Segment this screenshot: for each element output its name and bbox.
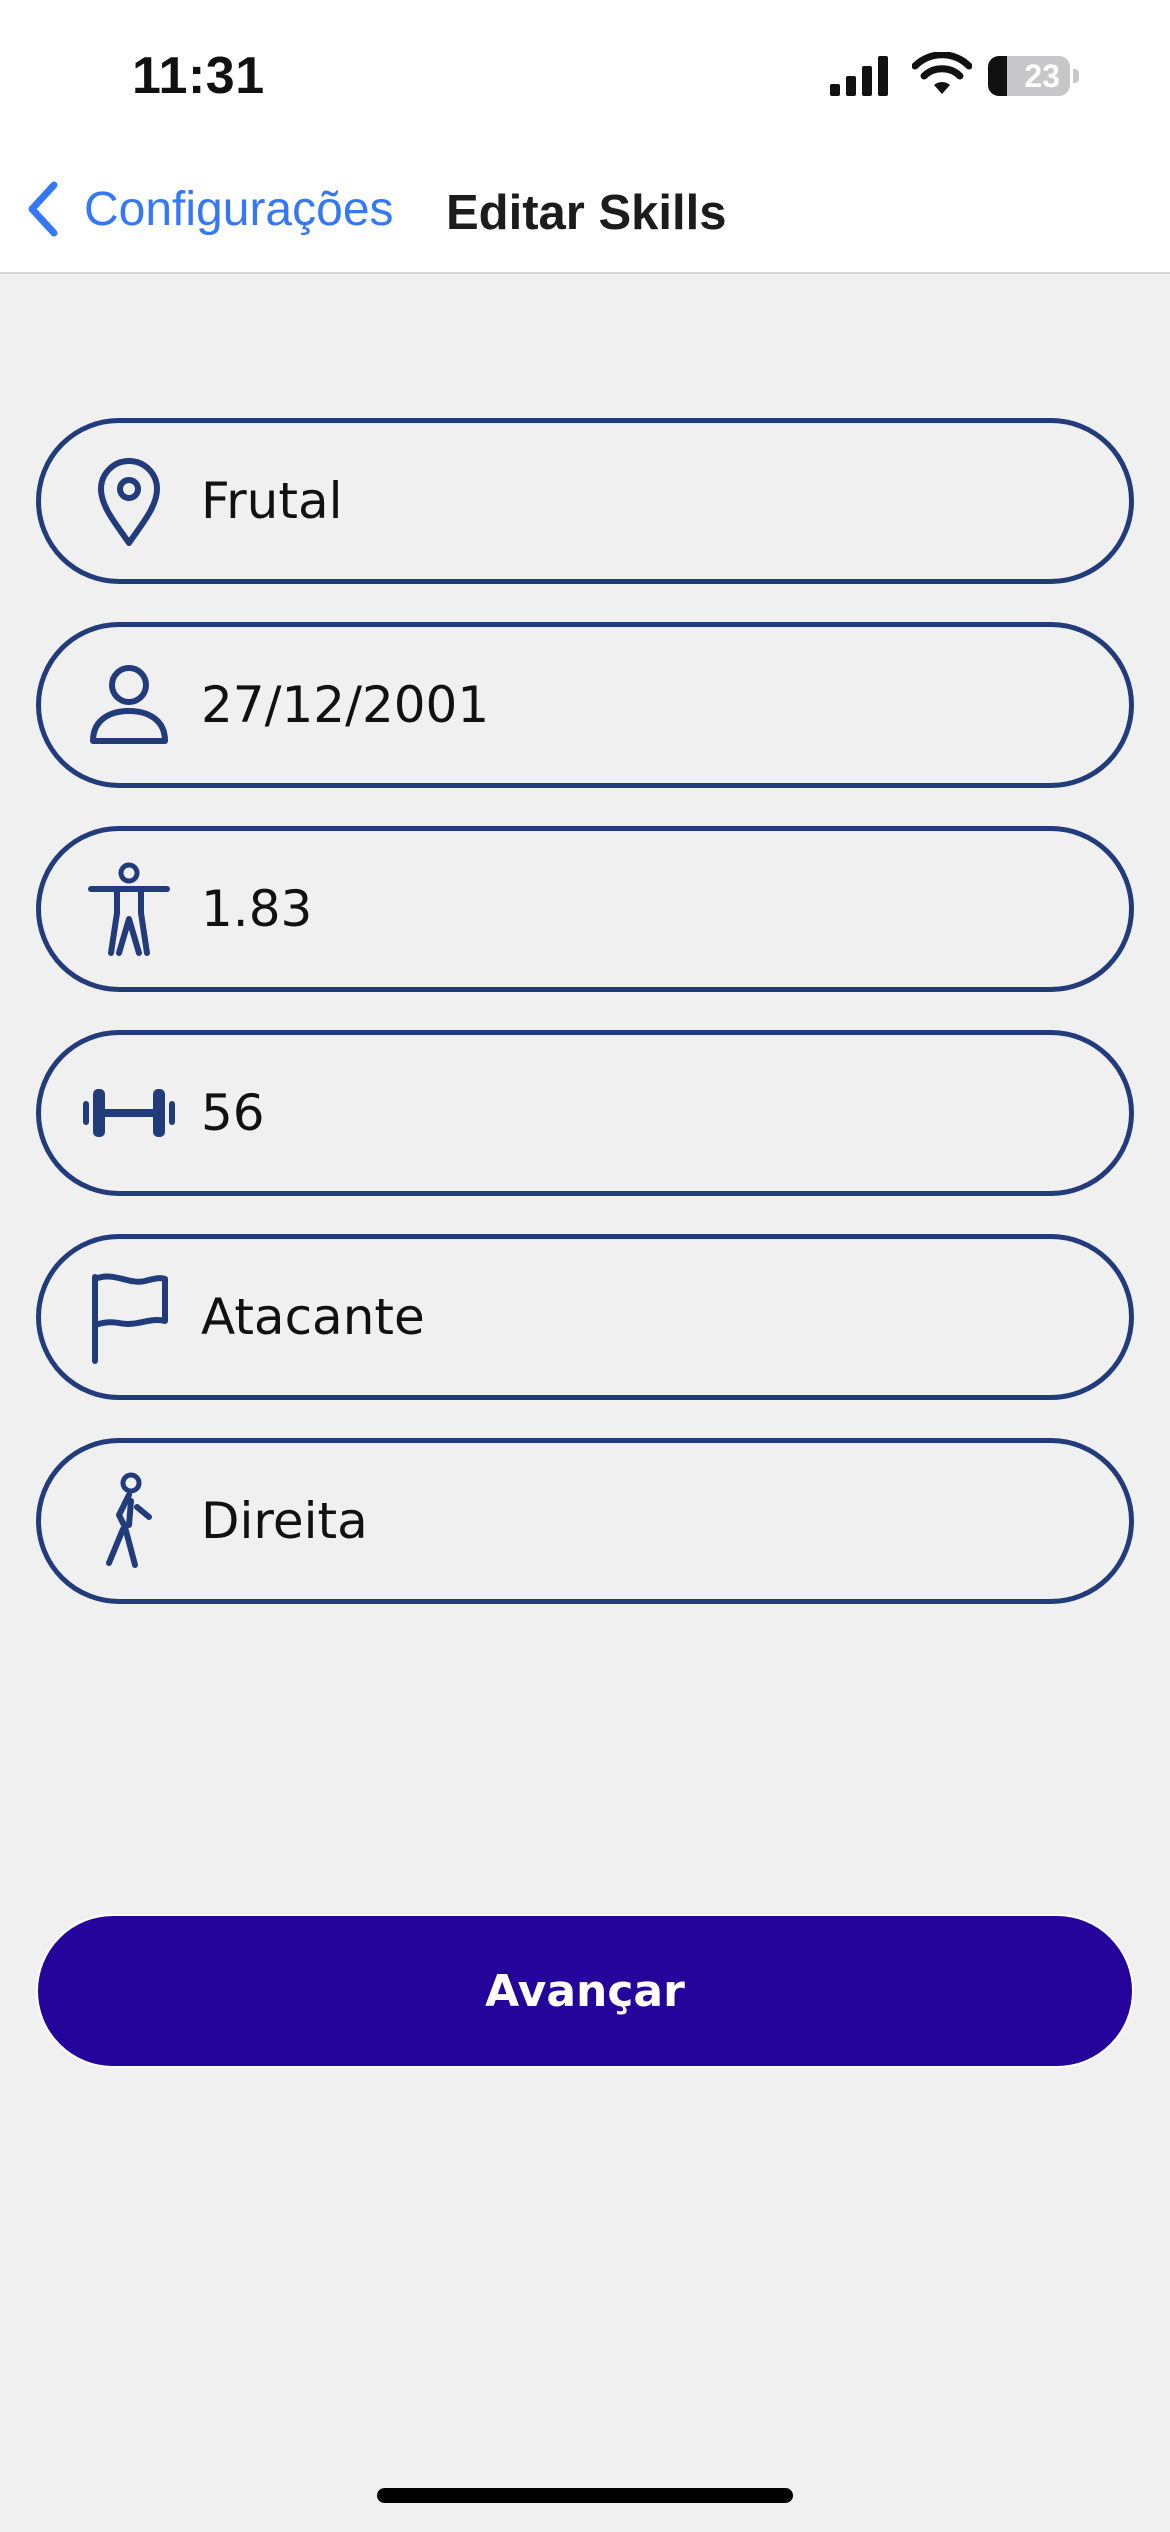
status-icons: 23 [830, 52, 1090, 98]
home-indicator[interactable] [377, 2488, 793, 2503]
location-field[interactable]: Frutal [36, 418, 1134, 584]
battery-icon: 23 [988, 56, 1080, 96]
battery-level: 23 [1024, 58, 1060, 94]
cellular-signal-icon [830, 56, 888, 96]
status-time: 11:31 [132, 47, 265, 105]
weight-value: 56 [201, 1084, 265, 1142]
chevron-left-icon [28, 181, 58, 237]
flag-icon [79, 1267, 179, 1367]
person-icon [79, 655, 179, 755]
screen: 11:31 23 Configurações Editar Skills Fru… [0, 0, 1170, 2532]
navigation-bar: Configurações Editar Skills [0, 150, 1170, 274]
back-button[interactable]: Configurações [22, 174, 394, 244]
height-value: 1.83 [201, 880, 313, 938]
birthdate-field[interactable]: 27/12/2001 [36, 622, 1134, 788]
body-figure-icon [79, 859, 179, 959]
advance-button-label: Avançar [485, 1965, 685, 2017]
weight-field[interactable]: 56 [36, 1030, 1134, 1196]
location-value: Frutal [201, 472, 343, 530]
status-bar: 11:31 23 [0, 0, 1170, 150]
birthdate-value: 27/12/2001 [201, 676, 490, 734]
position-value: Atacante [201, 1288, 425, 1346]
advance-button[interactable]: Avançar [36, 1914, 1134, 2068]
walking-person-icon [79, 1471, 179, 1571]
position-field[interactable]: Atacante [36, 1234, 1134, 1400]
location-pin-icon [79, 451, 179, 551]
dominant-foot-field[interactable]: Direita [36, 1438, 1134, 1604]
page-title: Editar Skills [446, 186, 727, 240]
skills-form: Frutal 27/12/2001 1.83 56 Atacante Direi… [36, 418, 1134, 1642]
height-field[interactable]: 1.83 [36, 826, 1134, 992]
dumbbell-icon [79, 1063, 179, 1163]
dominant-foot-value: Direita [201, 1492, 368, 1550]
wifi-icon [912, 52, 972, 94]
back-label: Configurações [84, 182, 394, 236]
